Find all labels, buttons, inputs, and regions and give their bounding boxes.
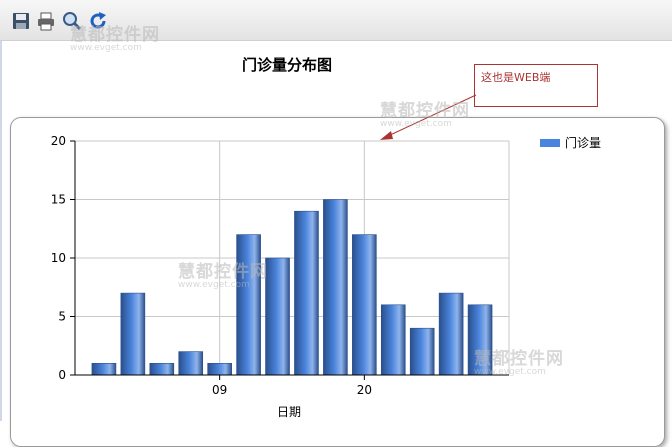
bar (352, 234, 377, 376)
bar (265, 257, 290, 376)
legend: 门诊量 (540, 134, 601, 151)
y-tick-label: 5 (58, 310, 66, 324)
x-axis-title: 日期 (277, 405, 301, 419)
x-tick-label: 20 (357, 383, 372, 397)
bar (438, 292, 464, 376)
bar (207, 362, 232, 376)
bar (236, 234, 261, 376)
y-tick-label: 20 (51, 134, 66, 148)
y-tick-label: 10 (51, 251, 66, 265)
y-tick-label: 0 (58, 368, 66, 382)
bar-chart: 0 5 10 15 20 09 20 日期 (51, 94, 510, 419)
annotation-arrow (387, 94, 477, 137)
bar (409, 327, 435, 376)
bar (178, 351, 204, 376)
bar (294, 210, 319, 376)
y-tick-label: 15 (51, 193, 66, 207)
bar (467, 304, 493, 376)
legend-swatch (540, 138, 560, 147)
bar (91, 362, 117, 376)
bar (380, 304, 406, 376)
bar (120, 292, 146, 376)
annotation-arrowhead (380, 131, 393, 140)
bar (323, 199, 348, 376)
legend-label: 门诊量 (565, 136, 602, 150)
bar (149, 362, 175, 376)
x-tick-label: 09 (212, 383, 227, 397)
